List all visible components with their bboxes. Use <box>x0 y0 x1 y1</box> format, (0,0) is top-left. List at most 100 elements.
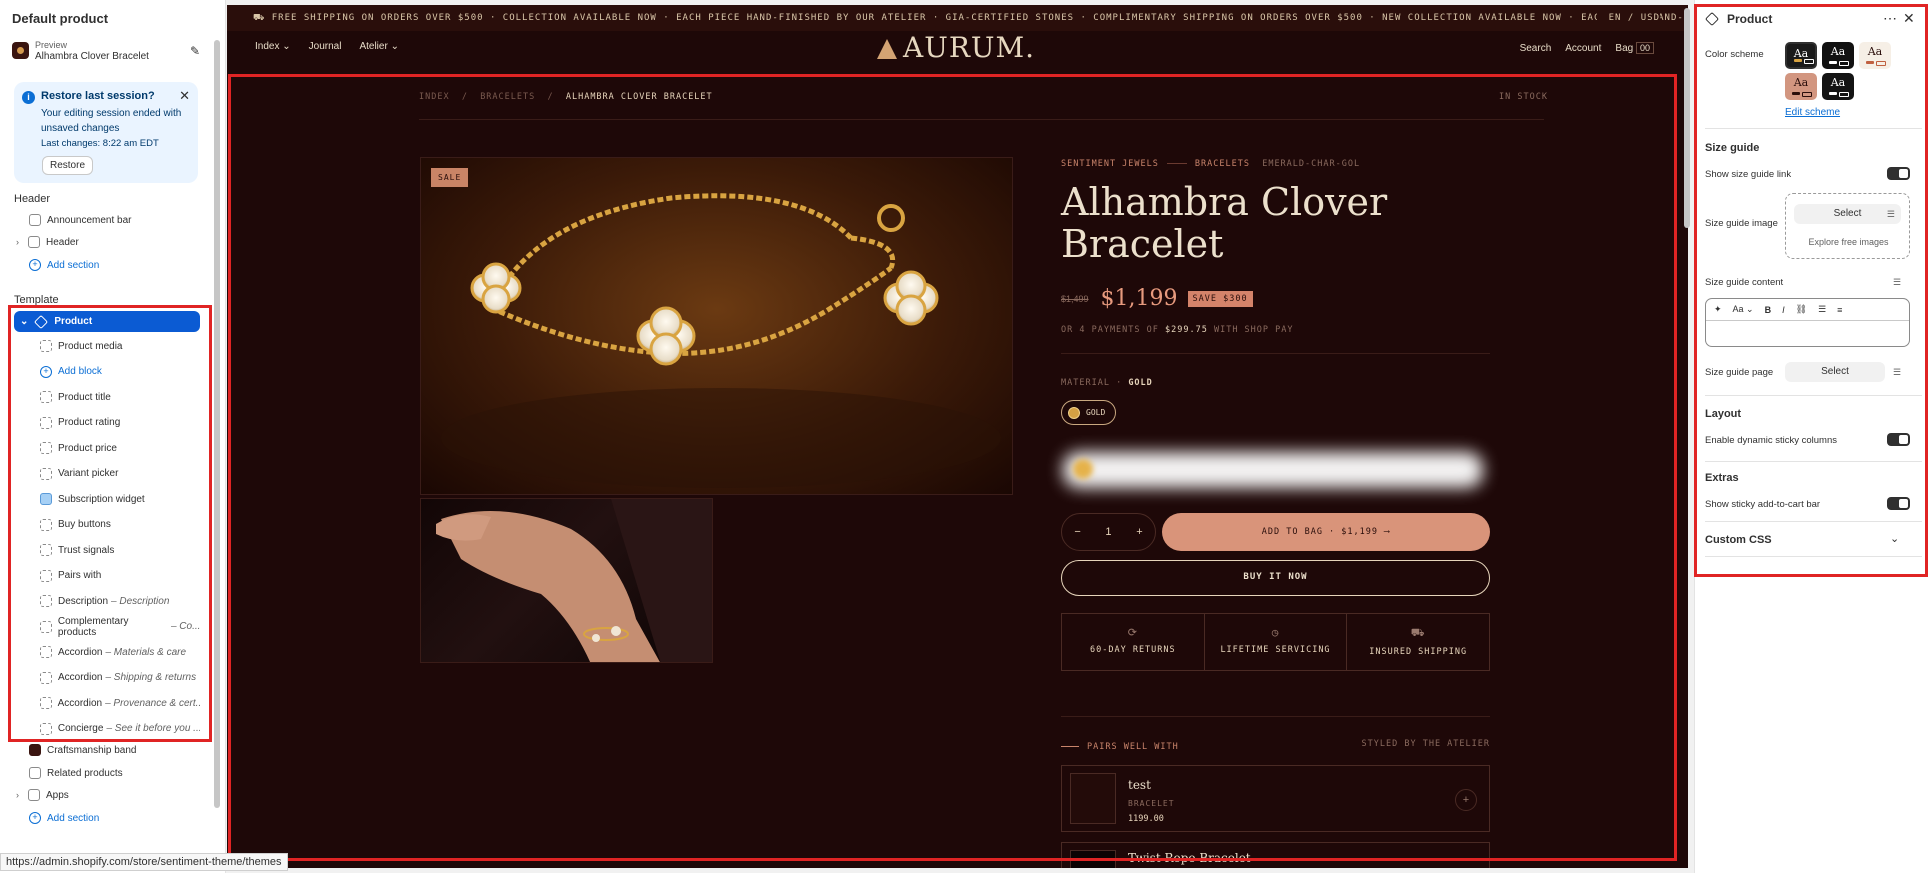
breadcrumb-index[interactable]: INDEX <box>419 92 450 102</box>
minus-icon[interactable]: − <box>1074 526 1080 538</box>
chevron-down-icon[interactable]: ⌄ <box>20 316 28 327</box>
italic-icon[interactable]: I <box>1782 305 1785 315</box>
restore-button[interactable]: Restore <box>42 156 94 175</box>
more-options-icon[interactable]: ⋯ <box>1883 10 1897 27</box>
trust-signals: ⟳ 60-DAY RETURNS ◷ LIFETIME SERVICING ⛟ INS… <box>1061 613 1490 671</box>
block-item[interactable]: Product media <box>40 336 200 356</box>
block-item[interactable]: Subscription widget <box>40 489 200 509</box>
store-logo[interactable]: AURUM. <box>877 31 1035 64</box>
sticky-columns-toggle[interactable] <box>1887 433 1910 446</box>
block-item[interactable]: Pairs with <box>40 566 200 586</box>
theme-editor: Default product Preview Alhambra Clover … <box>0 0 1930 873</box>
plus-icon[interactable]: + <box>1136 526 1142 538</box>
scheme-option-3[interactable]: Aa <box>1859 42 1891 69</box>
section-product-selected[interactable]: ⌄ Product <box>14 311 200 332</box>
accordion-icon <box>40 646 52 658</box>
select-image-button[interactable]: Select ☰ <box>1794 204 1901 224</box>
bullet-list-icon[interactable]: ☰ <box>1818 304 1826 315</box>
block-item[interactable]: + Add block <box>40 362 200 382</box>
chevron-down-icon[interactable]: ⌄ <box>1890 532 1899 545</box>
chevron-right-icon[interactable]: › <box>16 790 26 800</box>
close-icon[interactable]: ✕ <box>1903 10 1915 27</box>
quantity-stepper[interactable]: − 1 + <box>1061 513 1156 551</box>
add-to-bag-button[interactable]: ADD TO BAG · $1,199 ⟶ <box>1162 513 1490 551</box>
variant-swatch-gold[interactable]: GOLD <box>1061 400 1117 425</box>
block-item[interactable]: Accordion – Materials & care <box>40 642 200 662</box>
nav-atelier[interactable]: Atelier ⌄ <box>359 41 399 52</box>
status-url: https://admin.shopify.com/store/sentimen… <box>0 853 288 871</box>
breadcrumb-bracelets[interactable]: BRACELETS <box>480 92 535 102</box>
block-item[interactable]: Concierge – See it before you ... <box>40 719 200 739</box>
breadcrumb: INDEX / BRACELETS / ALHAMBRA CLOVER BRAC… <box>419 92 713 102</box>
explore-free-images-link[interactable]: Explore free images <box>1786 237 1911 247</box>
product-secondary-image[interactable] <box>420 498 713 663</box>
block-note: – Provenance & cert... <box>105 697 200 709</box>
select-page-button[interactable]: Select <box>1785 362 1885 382</box>
section-announcement-bar[interactable]: Announcement bar <box>29 210 132 230</box>
block-item[interactable]: Accordion – Provenance & cert... <box>40 693 200 713</box>
scheme-option-2[interactable]: Aa <box>1822 42 1854 69</box>
scheme-option-5[interactable]: Aa <box>1822 73 1854 100</box>
account-link[interactable]: Account <box>1565 43 1601 54</box>
block-item[interactable]: Accordion – Shipping & returns <box>40 668 200 688</box>
bag-link[interactable]: Bag 00 <box>1615 42 1654 54</box>
link-icon[interactable]: ⛓ <box>1796 304 1807 315</box>
quantity-value[interactable]: 1 <box>1105 526 1111 538</box>
block-item[interactable]: Buy buttons <box>40 515 200 535</box>
bold-icon[interactable]: B <box>1765 305 1772 315</box>
edit-scheme-link[interactable]: Edit scheme <box>1785 107 1840 118</box>
chevron-right-icon[interactable]: › <box>16 237 26 247</box>
database-icon[interactable]: ☰ <box>1893 277 1901 288</box>
scheme-option-4[interactable]: Aa <box>1785 73 1817 100</box>
custom-css-heading[interactable]: Custom CSS <box>1705 534 1772 546</box>
block-item[interactable]: Product title <box>40 387 200 407</box>
close-icon[interactable]: ✕ <box>179 88 190 104</box>
block-item[interactable]: Trust signals <box>40 540 200 560</box>
nav-index[interactable]: Index ⌄ <box>255 41 291 52</box>
trust-icon <box>40 544 52 556</box>
size-guide-heading: Size guide <box>1705 142 1760 154</box>
category[interactable]: BRACELETS <box>1195 159 1250 169</box>
add-section-footer-button[interactable]: + Add section <box>29 808 99 828</box>
pair-product-card[interactable]: Twist Rope Bracelet <box>1061 842 1490 868</box>
currency-selector[interactable]: EN / USD <box>1596 5 1660 31</box>
sticky-atc-toggle[interactable] <box>1887 497 1910 510</box>
scheme-option-1[interactable]: Aa <box>1785 42 1817 69</box>
numbered-list-icon[interactable]: ≡ <box>1837 305 1842 315</box>
block-item[interactable]: Product rating <box>40 413 200 433</box>
block-item[interactable]: Description – Description <box>40 591 200 611</box>
section-related-products[interactable]: Related products <box>29 763 123 783</box>
search-link[interactable]: Search <box>1520 43 1552 54</box>
section-icon <box>28 789 40 801</box>
rich-text-editor[interactable]: ✦ Aa ⌄ B I ⛓ ☰ ≡ <box>1705 298 1910 347</box>
product-main-image[interactable]: SALE <box>420 157 1013 495</box>
extras-heading: Extras <box>1705 472 1739 484</box>
database-icon[interactable]: ☰ <box>1893 367 1901 378</box>
nav-label: Index <box>255 41 280 52</box>
pair-product-card[interactable]: test BRACELET 1199.00 + <box>1061 765 1490 832</box>
header-actions: Search Account Bag 00 <box>1520 42 1654 54</box>
sidebar-scrollbar[interactable] <box>214 40 220 808</box>
add-section-header-button[interactable]: + Add section <box>29 255 99 275</box>
option-name: MATERIAL <box>1061 378 1110 388</box>
vendor[interactable]: SENTIMENT JEWELS <box>1061 159 1159 169</box>
nav-journal[interactable]: Journal <box>309 41 342 52</box>
edit-pencil-icon[interactable]: ✎ <box>190 44 200 58</box>
pair-name[interactable]: test <box>1128 778 1151 792</box>
section-craftsmanship-band[interactable]: Craftsmanship band <box>29 740 137 760</box>
preview-selector[interactable]: Preview Alhambra Clover Bracelet ✎ <box>12 38 200 68</box>
text-style-dropdown[interactable]: Aa ⌄ <box>1733 304 1754 315</box>
block-item[interactable]: Variant picker <box>40 464 200 484</box>
add-pair-plus-icon[interactable]: + <box>1455 789 1477 811</box>
sale-price: $1,199 <box>1100 286 1178 311</box>
pair-name[interactable]: Twist Rope Bracelet <box>1128 851 1251 865</box>
buy-it-now-button[interactable]: BUY IT NOW <box>1061 560 1490 596</box>
show-size-guide-toggle[interactable] <box>1887 167 1910 180</box>
block-item[interactable]: Product price <box>40 438 200 458</box>
preview-scrollbar[interactable] <box>1684 8 1690 228</box>
ai-sparkle-icon[interactable]: ✦ <box>1714 304 1722 315</box>
section-header[interactable]: › Header <box>16 232 79 252</box>
description-icon <box>40 595 52 607</box>
section-apps[interactable]: › Apps <box>16 785 69 805</box>
block-item[interactable]: Complementary products – Co... <box>40 616 200 638</box>
